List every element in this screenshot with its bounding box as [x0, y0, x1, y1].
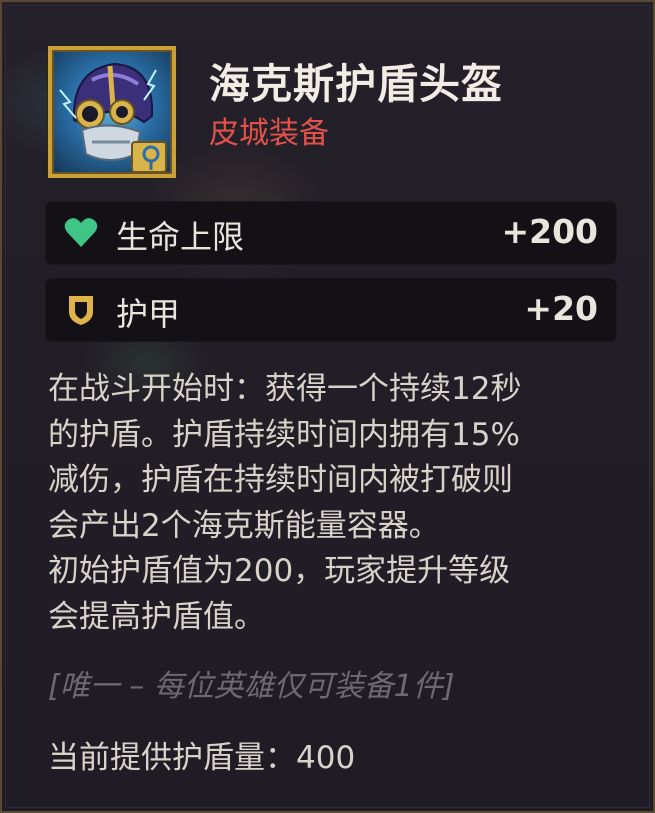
description-line: 会产出2个海克斯能量容器。 — [48, 507, 440, 544]
armor-shield-icon — [64, 294, 98, 326]
stat-label: 生命上限 — [116, 218, 245, 256]
stat-value: +20 — [524, 289, 598, 328]
stat-row-health: 生命上限 +200 — [46, 202, 616, 264]
description-line: 会提高护盾值。 — [48, 598, 265, 635]
description-line: 减伤，护盾在持续时间内被打破则 — [48, 462, 513, 498]
hextech-helmet-icon — [48, 46, 176, 178]
stat-row-armor: 护甲 +20 — [46, 279, 616, 341]
description-line: 的护盾。护盾持续时间内拥有15% — [48, 416, 520, 453]
item-category: 皮城装备 — [209, 116, 329, 151]
stat-label: 护甲 — [116, 295, 181, 333]
description-line: 在战斗开始时：获得一个持续12秒 — [48, 371, 522, 407]
heart-icon — [64, 217, 98, 249]
item-tooltip: 海克斯护盾头盔 皮城装备 生命上限 +200 护甲 +20 在战斗开始时：获得一… — [0, 0, 655, 813]
item-description: 在战斗开始时：获得一个持续12秒 的护盾。护盾持续时间内拥有15% 减伤，护盾在… — [48, 367, 618, 640]
description-line: 初始护盾值为200，玩家提升等级 — [48, 553, 511, 589]
stat-value: +200 — [501, 212, 598, 251]
current-shield-amount: 当前提供护盾量：400 — [48, 740, 356, 776]
unique-note: [唯一 – 每位英雄仅可装备1件] — [48, 669, 455, 704]
item-name: 海克斯护盾头盔 — [209, 60, 503, 108]
